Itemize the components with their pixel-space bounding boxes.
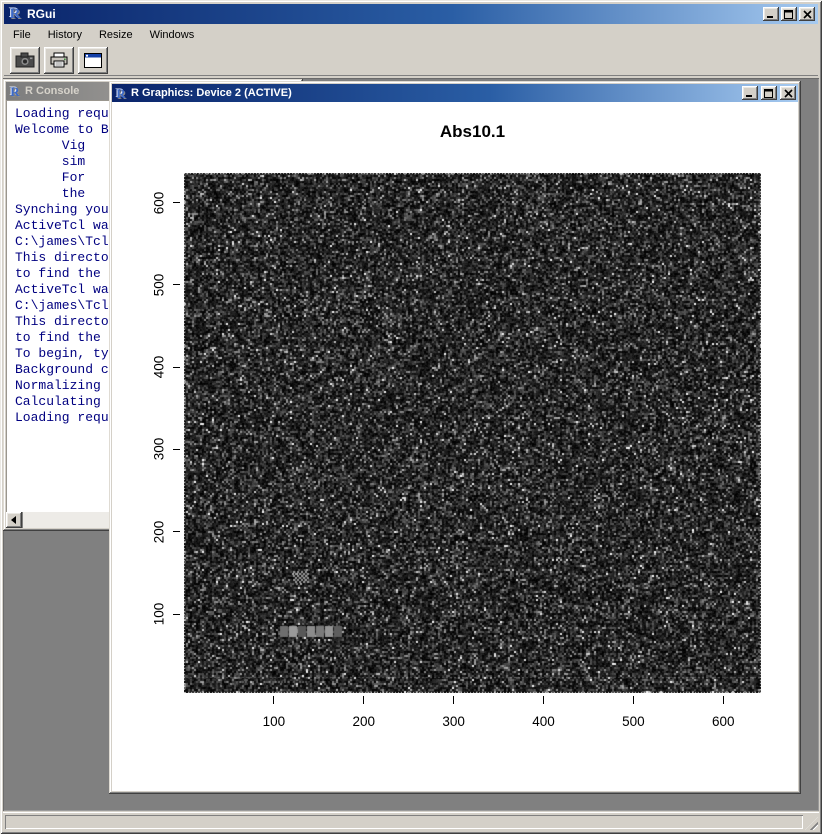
x-tick [273,696,274,704]
menu-item-file[interactable]: File [6,27,38,43]
graphics-minimize-button[interactable] [742,86,758,100]
graphics-titlebar[interactable]: R R Graphics: Device 2 (ACTIVE) [112,84,798,102]
y-tick-label: 500 [152,274,167,297]
r-logo-icon: R [114,87,128,100]
x-tick [543,696,544,704]
r-logo-icon: R [8,85,22,98]
y-tick [173,202,180,203]
y-tick [173,614,180,615]
arrow-left-icon [10,516,18,524]
status-bar [3,812,819,831]
minimize-icon [766,10,776,19]
close-button[interactable] [799,7,815,21]
microarray-image [184,173,761,693]
x-tick-label: 100 [252,714,296,729]
resize-grip[interactable] [805,817,818,830]
x-tick [453,696,454,704]
menu-bar: FileHistoryResizeWindows [4,25,818,44]
window-button[interactable] [78,47,108,74]
y-tick [173,449,180,450]
toolbar [4,45,818,76]
graphics-canvas: Abs10.1 100200300400500600 1002003004005… [112,102,798,791]
status-text [5,815,803,829]
menu-item-history[interactable]: History [41,27,89,43]
close-icon [784,89,793,98]
menu-item-resize[interactable]: Resize [92,27,140,43]
rgui-window: R RGui FileHistoryResizeWindows [0,0,822,834]
maximize-icon [784,10,794,19]
y-tick [173,367,180,368]
menu-item-windows[interactable]: Windows [143,27,202,43]
window-title: RGui [27,7,763,21]
x-tick-label: 300 [432,714,476,729]
y-tick [173,531,180,532]
x-tick-label: 200 [342,714,386,729]
graphics-close-button[interactable] [780,86,796,100]
x-tick-label: 400 [522,714,566,729]
r-logo-icon: R [7,7,23,22]
y-tick-label: 200 [152,520,167,543]
x-tick-label: 500 [611,714,655,729]
minimize-button[interactable] [763,7,779,21]
titlebar[interactable]: R RGui [4,4,818,24]
y-tick-label: 100 [152,603,167,626]
printer-icon [49,52,69,69]
camera-button[interactable] [10,47,40,74]
print-button[interactable] [44,47,74,74]
y-tick-label: 400 [152,356,167,379]
x-tick [723,696,724,704]
close-icon [803,10,812,19]
y-tick-label: 600 [152,191,167,214]
plot-area: 100200300400500600 100200300400500600 [184,173,761,693]
plot-title: Abs10.1 [184,122,761,142]
x-tick [363,696,364,704]
minimize-icon [745,89,755,98]
graphics-title: R Graphics: Device 2 (ACTIVE) [131,87,739,99]
y-tick-label: 300 [152,438,167,461]
x-tick [633,696,634,704]
x-tick-label: 600 [701,714,745,729]
graphics-maximize-button[interactable] [761,86,777,100]
scroll-left-button[interactable] [6,512,22,528]
camera-icon [15,52,35,68]
graphics-window[interactable]: R R Graphics: Device 2 (ACTIVE) Abs10.1 … [109,81,801,794]
y-tick [173,284,180,285]
maximize-icon [764,89,774,98]
window-icon [84,53,102,68]
maximize-button[interactable] [781,7,797,21]
mdi-area: R R Console Loading requWelcome to B Vig… [3,78,819,811]
